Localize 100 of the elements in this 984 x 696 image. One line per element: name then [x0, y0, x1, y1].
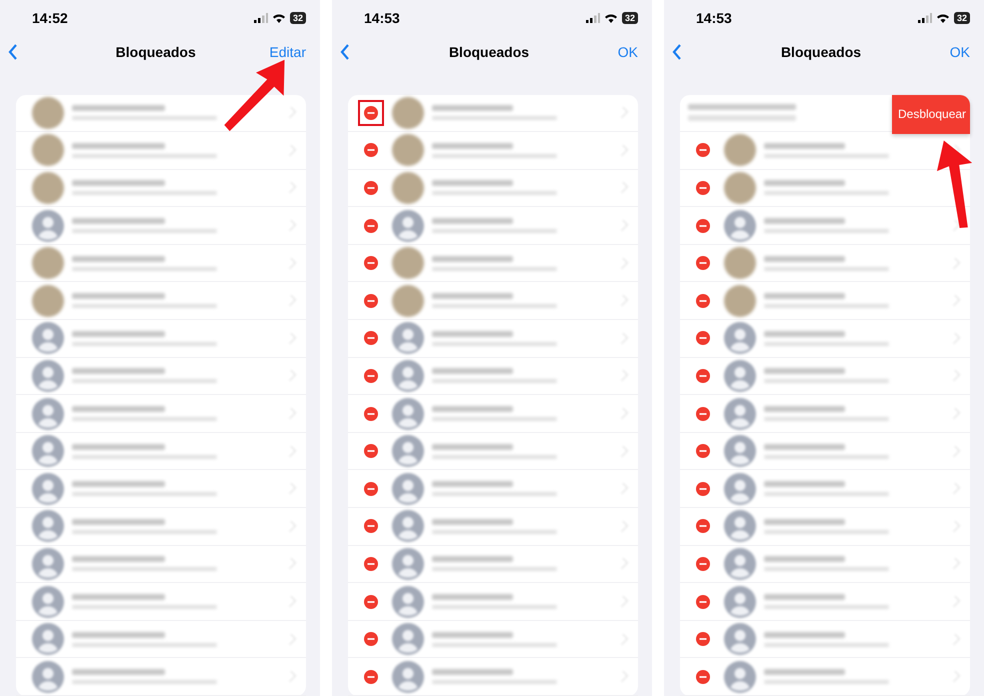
- photo-placeholder: [32, 134, 64, 166]
- person-avatar-icon: [32, 435, 64, 468]
- person-avatar-icon: [32, 510, 64, 542]
- status-time: 14:52: [32, 10, 68, 26]
- contact-row[interactable]: [680, 583, 970, 621]
- remove-icon[interactable]: [364, 294, 378, 308]
- battery-level: 32: [290, 12, 306, 24]
- contact-row[interactable]: [680, 432, 970, 470]
- done-button[interactable]: OK: [936, 44, 970, 60]
- contact-row[interactable]: [348, 508, 638, 546]
- contact-row[interactable]: [680, 620, 970, 658]
- contact-row[interactable]: [348, 244, 638, 282]
- photo-placeholder: [392, 247, 424, 280]
- remove-icon[interactable]: [696, 519, 710, 534]
- remove-icon[interactable]: [696, 331, 710, 346]
- wifi-icon: [272, 13, 286, 24]
- remove-icon[interactable]: [696, 594, 710, 609]
- remove-icon[interactable]: [696, 143, 710, 158]
- contact-row[interactable]: [16, 583, 306, 621]
- contact-row[interactable]: [680, 658, 970, 696]
- remove-icon[interactable]: [364, 368, 378, 383]
- contact-row[interactable]: [16, 395, 306, 433]
- remove-icon[interactable]: [696, 670, 710, 684]
- photo-placeholder: [392, 134, 424, 166]
- remove-icon[interactable]: [364, 406, 378, 421]
- contact-row[interactable]: [16, 546, 306, 584]
- remove-icon[interactable]: [364, 519, 378, 534]
- contact-row[interactable]: [16, 170, 306, 208]
- contact-row[interactable]: Desbloquear: [680, 94, 970, 132]
- contact-row[interactable]: [16, 358, 306, 396]
- contact-row[interactable]: [680, 358, 970, 396]
- remove-icon[interactable]: [696, 406, 710, 421]
- contact-row[interactable]: [680, 546, 970, 584]
- remove-icon[interactable]: [364, 670, 378, 684]
- contact-row[interactable]: [16, 132, 306, 170]
- remove-icon[interactable]: [364, 218, 378, 233]
- photo-placeholder: [724, 284, 756, 317]
- photo-placeholder: [32, 172, 64, 204]
- contact-row[interactable]: [348, 94, 638, 132]
- remove-icon[interactable]: [364, 444, 378, 458]
- contact-row[interactable]: [348, 546, 638, 584]
- contact-row[interactable]: [680, 470, 970, 508]
- contact-row[interactable]: [680, 395, 970, 433]
- remove-icon[interactable]: [696, 556, 710, 571]
- person-avatar-icon: [32, 360, 64, 392]
- remove-icon[interactable]: [364, 556, 378, 571]
- contact-row[interactable]: [348, 470, 638, 508]
- contact-row[interactable]: [16, 432, 306, 470]
- person-avatar-icon: [32, 322, 64, 354]
- contact-row[interactable]: [348, 432, 638, 470]
- contact-row[interactable]: [348, 358, 638, 396]
- remove-icon[interactable]: [364, 331, 378, 346]
- contact-row[interactable]: [680, 207, 970, 245]
- person-avatar-icon: [724, 660, 756, 693]
- person-avatar-icon: [392, 435, 424, 468]
- remove-icon[interactable]: [364, 143, 378, 158]
- remove-icon[interactable]: [696, 256, 710, 270]
- contact-row[interactable]: [348, 583, 638, 621]
- photo-placeholder: [724, 247, 756, 280]
- contact-row[interactable]: [16, 244, 306, 282]
- contact-row[interactable]: [348, 620, 638, 658]
- wifi-icon: [936, 13, 950, 24]
- remove-icon[interactable]: [364, 482, 378, 496]
- contact-row[interactable]: [348, 132, 638, 170]
- remove-icon[interactable]: [364, 632, 378, 646]
- contact-row[interactable]: [348, 170, 638, 208]
- done-button[interactable]: OK: [604, 44, 638, 60]
- remove-icon[interactable]: [696, 294, 710, 308]
- edit-button[interactable]: Editar: [269, 44, 306, 60]
- remove-icon[interactable]: [364, 106, 378, 120]
- person-avatar-icon: [392, 548, 424, 580]
- contact-row[interactable]: [348, 395, 638, 433]
- person-avatar-icon: [32, 398, 64, 430]
- remove-icon[interactable]: [696, 444, 710, 458]
- contact-row[interactable]: [16, 207, 306, 245]
- person-avatar-icon: [724, 360, 756, 392]
- photo-placeholder: [392, 172, 424, 204]
- person-avatar-icon: [724, 322, 756, 354]
- contact-row[interactable]: [348, 658, 638, 696]
- remove-icon[interactable]: [364, 594, 378, 609]
- remove-icon[interactable]: [696, 218, 710, 233]
- contact-row[interactable]: [348, 207, 638, 245]
- contact-row[interactable]: [16, 320, 306, 358]
- contact-row[interactable]: [16, 470, 306, 508]
- contact-row[interactable]: [680, 244, 970, 282]
- contact-row[interactable]: [680, 320, 970, 358]
- person-avatar-icon: [32, 472, 64, 505]
- person-avatar-icon: [724, 510, 756, 542]
- remove-icon[interactable]: [696, 180, 710, 195]
- contact-row[interactable]: [348, 320, 638, 358]
- remove-icon[interactable]: [696, 632, 710, 646]
- remove-icon[interactable]: [696, 482, 710, 496]
- contact-row[interactable]: [16, 658, 306, 696]
- unblock-button[interactable]: Desbloquear: [892, 94, 970, 134]
- remove-icon[interactable]: [364, 180, 378, 195]
- contact-row[interactable]: [680, 508, 970, 546]
- contact-row[interactable]: [16, 508, 306, 546]
- contact-row[interactable]: [16, 620, 306, 658]
- remove-icon[interactable]: [696, 368, 710, 383]
- remove-icon[interactable]: [364, 256, 378, 270]
